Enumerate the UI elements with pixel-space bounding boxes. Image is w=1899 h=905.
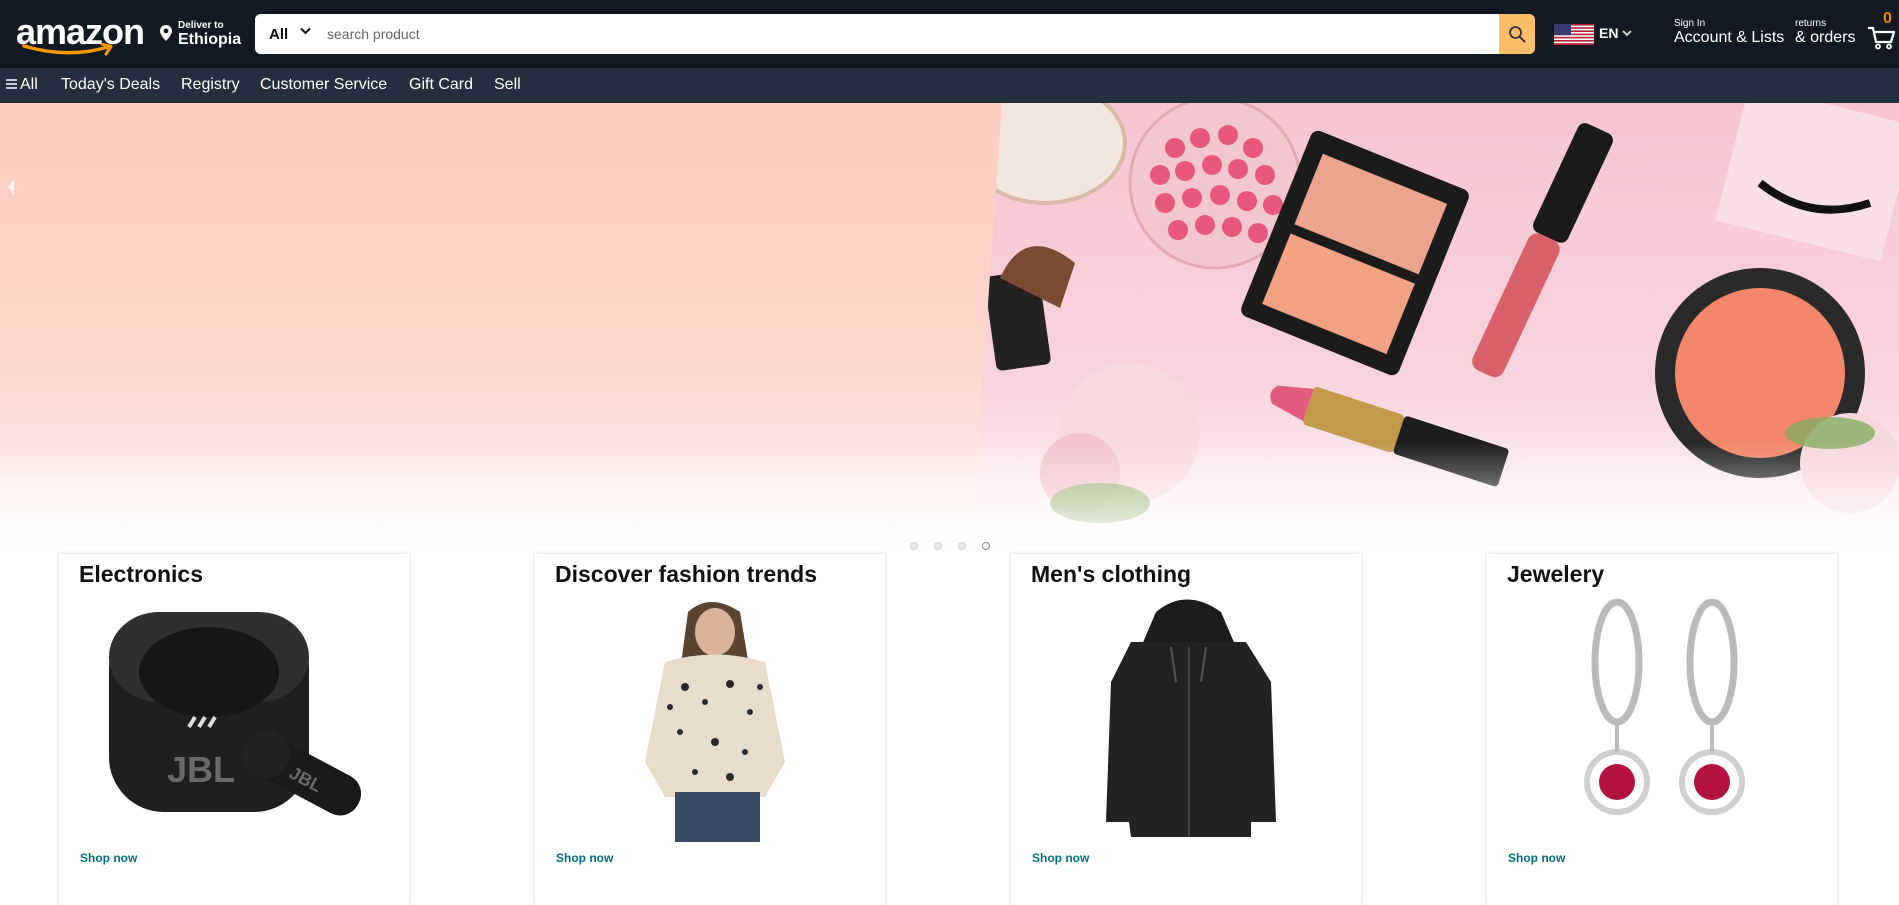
returns-label: returns bbox=[1795, 18, 1827, 29]
returns-orders[interactable]: returns & orders bbox=[1795, 18, 1865, 52]
account-lists-label: Account & Lists bbox=[1674, 29, 1785, 46]
carousel-dot-3[interactable] bbox=[958, 542, 966, 550]
search-input[interactable] bbox=[317, 14, 1479, 54]
amazon-logo[interactable]: amazon bbox=[14, 9, 146, 56]
hero-carousel bbox=[0, 103, 1899, 563]
svg-text:JBL: JBL bbox=[167, 749, 235, 790]
sign-in-label: Sign In bbox=[1674, 18, 1706, 29]
card-title: Jewelery bbox=[1507, 561, 1605, 587]
search-bar: All bbox=[255, 14, 1535, 54]
nav-item-todays-deals[interactable]: Today's Deals bbox=[61, 76, 160, 94]
nav-item-gift-card[interactable]: Gift Card bbox=[409, 76, 473, 94]
smile-arrow-icon bbox=[22, 43, 113, 56]
deliver-to[interactable]: Deliver to Ethiopia bbox=[160, 19, 250, 51]
location-pin-icon bbox=[160, 25, 172, 41]
blouse-icon[interactable] bbox=[555, 592, 865, 842]
chevron-down-icon bbox=[1622, 30, 1632, 37]
shop-now-link[interactable]: Shop now bbox=[556, 851, 613, 865]
carousel-dot-1[interactable] bbox=[910, 542, 918, 550]
deliver-label: Deliver to bbox=[178, 20, 224, 31]
category-card-fashion: Discover fashion trends Shop now bbox=[535, 554, 885, 905]
category-card-jewelery: Jewelery Shop now bbox=[1487, 554, 1837, 905]
search-category-label: All bbox=[269, 26, 289, 43]
earrings-icon[interactable] bbox=[1507, 592, 1817, 842]
nav-item-sell[interactable]: Sell bbox=[494, 76, 521, 94]
nav-item-label: All bbox=[20, 76, 38, 93]
carousel-indicators bbox=[910, 542, 1000, 554]
nav-item-all[interactable]: All bbox=[6, 76, 38, 94]
us-flag-icon bbox=[1554, 24, 1594, 45]
cart-icon bbox=[1868, 26, 1896, 50]
nav-item-registry[interactable]: Registry bbox=[181, 76, 240, 94]
carousel-dot-2[interactable] bbox=[934, 542, 942, 550]
shop-now-link[interactable]: Shop now bbox=[1508, 851, 1565, 865]
cart-button[interactable]: 0 bbox=[1867, 10, 1899, 50]
card-title: Men's clothing bbox=[1031, 561, 1192, 587]
category-card-mens-clothing: Men's clothing Shop now bbox=[1011, 554, 1361, 905]
earbuds-icon[interactable]: JBL JBL bbox=[79, 592, 389, 842]
chevron-down-icon bbox=[300, 27, 311, 35]
hamburger-icon bbox=[6, 76, 17, 94]
deliver-location: Ethiopia bbox=[178, 31, 242, 48]
hoodie-icon[interactable] bbox=[1031, 592, 1341, 842]
search-icon bbox=[1509, 26, 1526, 43]
account-lists[interactable]: Sign In Account & Lists bbox=[1674, 18, 1794, 52]
orders-label: & orders bbox=[1795, 29, 1856, 46]
card-title: Electronics bbox=[79, 561, 203, 587]
shop-now-link[interactable]: Shop now bbox=[80, 851, 137, 865]
search-button[interactable] bbox=[1499, 14, 1535, 54]
top-nav: amazon Deliver to Ethiopia All search pr… bbox=[0, 0, 1899, 68]
language-code: EN bbox=[1599, 25, 1619, 41]
card-title: Discover fashion trends bbox=[555, 561, 818, 587]
category-card-electronics: Electronics JBL JBL Shop now bbox=[59, 554, 409, 905]
sub-nav: All Today's Deals Registry Customer Serv… bbox=[0, 68, 1899, 103]
language-selector[interactable]: EN bbox=[1554, 22, 1634, 46]
shop-now-link[interactable]: Shop now bbox=[1032, 851, 1089, 865]
carousel-dot-4[interactable] bbox=[982, 542, 990, 550]
search-category-select[interactable]: All bbox=[255, 14, 317, 54]
nav-item-customer-service[interactable]: Customer Service bbox=[260, 76, 387, 94]
carousel-prev-arrow-icon[interactable] bbox=[6, 177, 16, 197]
